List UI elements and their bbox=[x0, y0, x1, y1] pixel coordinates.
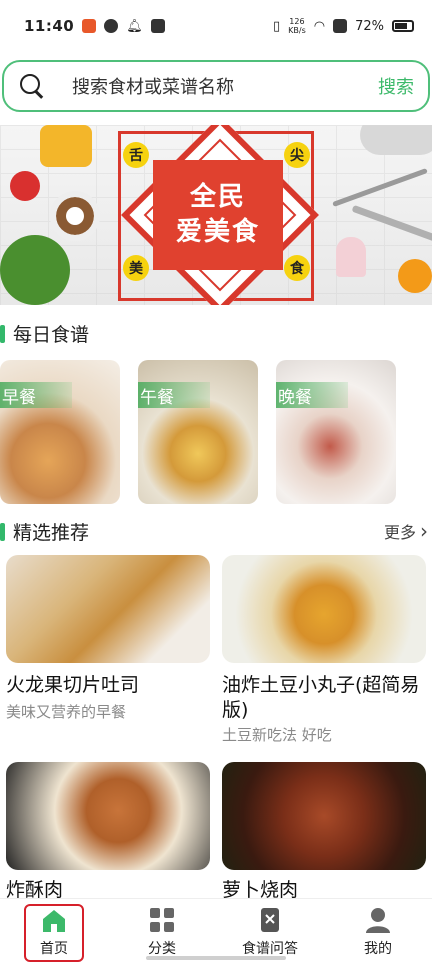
recipe-title-1[interactable]: 火龙果切片吐司 bbox=[6, 673, 210, 698]
meal-card-lunch[interactable]: 午餐 bbox=[138, 360, 258, 504]
banner-line1: 全民 bbox=[189, 181, 246, 212]
gesture-bar[interactable] bbox=[146, 956, 286, 960]
meal-label-breakfast: 早餐 bbox=[0, 382, 72, 408]
mango-image bbox=[40, 125, 92, 167]
chevron-right-icon: › bbox=[420, 519, 428, 543]
more-link[interactable]: 更多 › bbox=[384, 519, 428, 543]
meal-card-dinner[interactable]: 晚餐 bbox=[276, 360, 396, 504]
tab-profile[interactable]: 我的 bbox=[324, 899, 432, 964]
banner-corner-3: 美 bbox=[123, 255, 149, 281]
banner-line2: 爱美食 bbox=[175, 217, 260, 247]
vibrate-icon: ▯ bbox=[272, 18, 281, 34]
promo-banner[interactable]: 全民 爱美食 舌 尖 美 食 bbox=[0, 125, 432, 305]
leaves-image bbox=[0, 235, 70, 305]
daily-title: 每日食谱 bbox=[13, 324, 90, 346]
featured-section-title: 精选推荐 bbox=[0, 518, 89, 545]
plate-image bbox=[360, 125, 432, 155]
search-icon bbox=[18, 72, 46, 100]
coffee-cup-image bbox=[50, 191, 100, 241]
wifi-icon: ◠ bbox=[313, 18, 326, 34]
link-notification-icon bbox=[104, 19, 119, 33]
app-notification-icon bbox=[82, 19, 97, 33]
recipe-card-image-4[interactable] bbox=[222, 762, 426, 870]
recipe-card-image-2[interactable] bbox=[222, 555, 426, 663]
recipe-subtitle-2: 土豆新吃法 好吃 bbox=[222, 726, 332, 744]
banner-corner-2: 尖 bbox=[284, 142, 310, 168]
net-speed: 126 KB/s bbox=[288, 17, 306, 35]
strawberry-image bbox=[10, 171, 40, 201]
daily-section-title: 每日食谱 bbox=[0, 320, 89, 347]
status-bar: 11:40 🔔︎ ▯ 126 KB/s ◠ 72% bbox=[0, 0, 432, 52]
meal-card-breakfast[interactable]: 早餐 bbox=[0, 360, 120, 504]
tab-recipe-qa[interactable]: 食谱问答 bbox=[216, 899, 324, 964]
tab-category-label: 分类 bbox=[148, 940, 176, 957]
recipe-card-image-1[interactable] bbox=[6, 555, 210, 663]
banner-corner-1: 舌 bbox=[123, 142, 149, 168]
battery-percent: 72% bbox=[355, 18, 384, 34]
status-time: 11:40 bbox=[24, 17, 75, 35]
ice-cream-image bbox=[336, 237, 366, 277]
section-marker bbox=[0, 522, 5, 541]
tab-profile-label: 我的 bbox=[364, 940, 392, 957]
selected-tab-outline bbox=[24, 904, 84, 962]
recipe-qa-icon bbox=[256, 906, 284, 934]
bell-icon: 🔔︎ bbox=[126, 18, 143, 34]
recipe-card-image-3[interactable] bbox=[6, 762, 210, 870]
search-button[interactable]: 搜索 bbox=[378, 73, 414, 99]
banner-corner-4: 食 bbox=[284, 255, 310, 281]
meal-label-dinner: 晚餐 bbox=[276, 382, 348, 408]
section-marker bbox=[0, 324, 5, 343]
featured-title: 精选推荐 bbox=[13, 522, 90, 544]
more-label: 更多 bbox=[383, 523, 416, 542]
grid-icon bbox=[148, 906, 176, 934]
recipe-title-2[interactable]: 油炸土豆小丸子(超简易版) bbox=[222, 673, 428, 722]
meal-label-lunch: 午餐 bbox=[138, 382, 210, 408]
search-input[interactable]: 搜索食材或菜谱名称 bbox=[72, 73, 378, 99]
search-bar[interactable]: 搜索食材或菜谱名称 搜索 bbox=[2, 60, 430, 112]
tab-recipe-qa-label: 食谱问答 bbox=[242, 940, 298, 957]
no-sim-icon bbox=[333, 19, 348, 33]
battery-icon bbox=[392, 20, 414, 32]
orange-image bbox=[398, 259, 432, 293]
tab-category[interactable]: 分类 bbox=[108, 899, 216, 964]
banner-slogan: 全民 爱美食 bbox=[153, 160, 283, 270]
user-icon bbox=[364, 906, 392, 934]
recipe-subtitle-1: 美味又营养的早餐 bbox=[6, 703, 127, 721]
message-notification-icon bbox=[150, 19, 165, 33]
